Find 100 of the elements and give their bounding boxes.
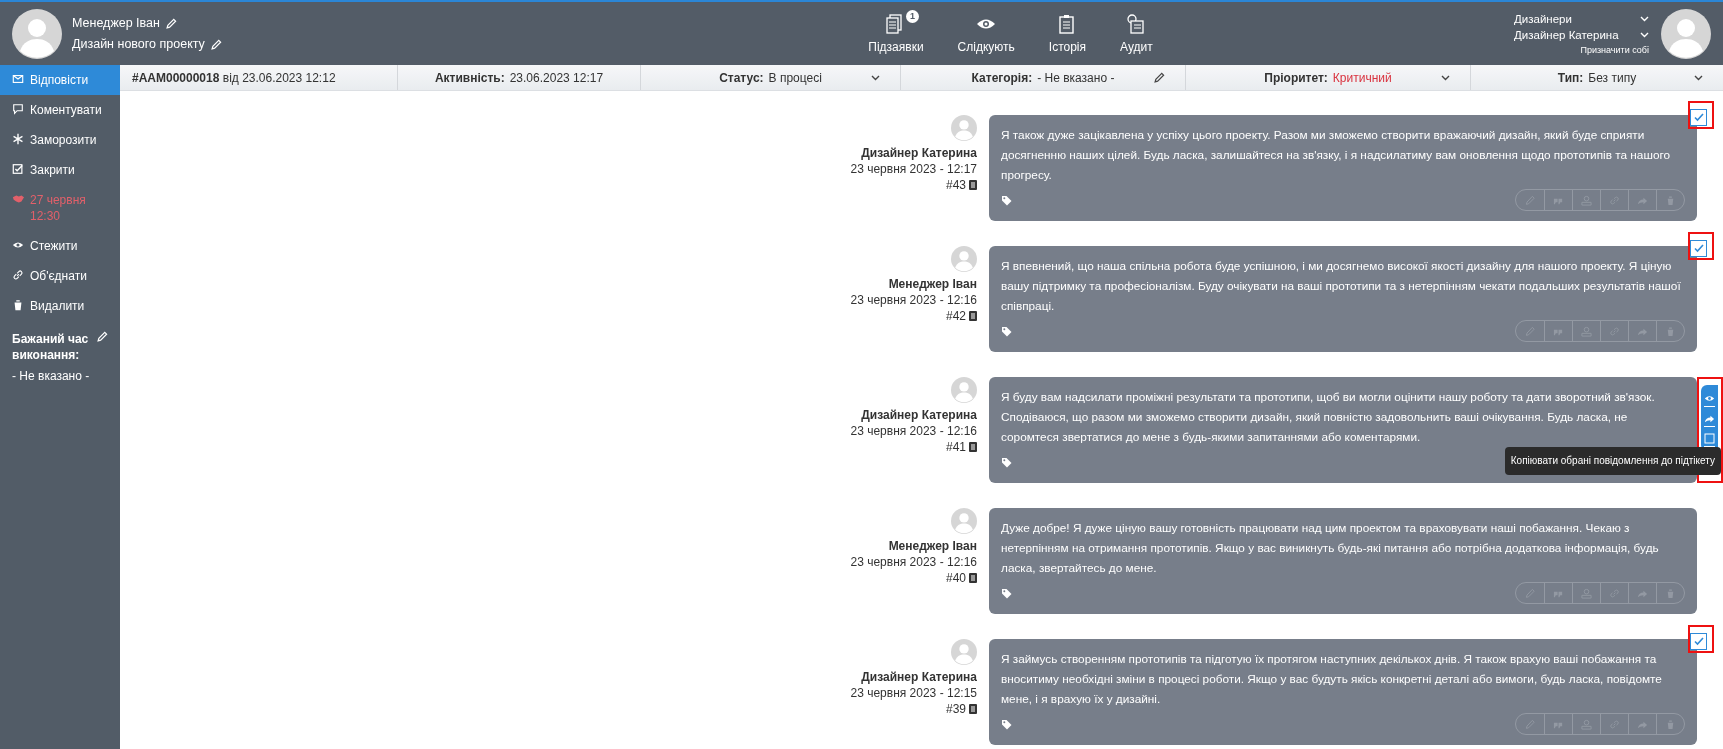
link-icon: [1609, 194, 1620, 206]
avatar-icon: [951, 377, 977, 403]
edit-icon: [1524, 325, 1536, 337]
field-label: Тип:: [1557, 70, 1584, 85]
document-icon: [969, 573, 977, 583]
link-icon: [12, 269, 24, 281]
checkbox-icon: [1704, 433, 1715, 444]
message-text: Я також дуже зацікавлена у успіху цього проекту. Разом ми зможемо створити вражаючий дизайн, який буде сприяти досягненню наших цілей. Будь ласка, залишайтеся на зв'язку, і я надсилатиму вам оновлення щодо прототипів та нашого прогресу.: [1001, 127, 1672, 184]
avatar-icon: [951, 639, 977, 665]
sidebar-item[interactable]: Закрити: [0, 155, 120, 185]
author-name: Менеджер Іван: [888, 538, 977, 554]
sidebar-item[interactable]: Коментувати: [0, 95, 120, 125]
message-date: 23 червня 2023 - 12:16: [850, 292, 977, 308]
message-text: Я буду вам надсилати проміжні результати та прототипи, щоб ви могли оцінити нашу роботу та дати зворотний зв'язок. Сподіваюся, що разом ми зможемо створити дизайн, який повністю задовольнить ваші очікування. Будь ласка, не соромтеся звертатися до мене з будь-якими запитаннями або коментарями.: [1001, 389, 1656, 446]
tag-icon[interactable]: [1001, 718, 1012, 730]
avatar-icon: [12, 8, 62, 59]
document-icon: [969, 311, 977, 321]
message-number: #42: [945, 308, 966, 324]
avatar-icon: [951, 508, 977, 534]
message-date: 23 червня 2023 - 12:15: [850, 685, 977, 701]
snowflake-icon: [12, 133, 24, 145]
field-label: Пріоритет:: [1264, 70, 1328, 85]
user-icon: [1581, 587, 1592, 599]
field-value[interactable]: Критичний: [1332, 70, 1392, 85]
checkmark-icon: [1693, 243, 1704, 254]
field-label: Активність:: [434, 70, 505, 85]
message-number: #41: [945, 439, 966, 455]
sidebar-item[interactable]: Стежити: [0, 231, 120, 261]
avatar-icon: [951, 246, 977, 272]
user-icon: [1581, 194, 1592, 206]
nav-button[interactable]: Аудит: [1116, 13, 1157, 54]
count-badge: 1: [905, 9, 919, 23]
message-text: Дуже добре! Я дуже ціную вашу готовність працювати над цим проектом та враховувати наші побажання. Чекаю з нетерпінням на отримання прототипів. Якщо у вас виникнуть будь-які питання або потрібна додаткова інформація, будь ласка, звертайтесь до мене.: [1001, 520, 1660, 577]
field-value: 23.06.2023 12:17: [509, 70, 604, 85]
document-icon: [969, 704, 977, 714]
trash-icon: [1665, 718, 1676, 730]
sidebar-item[interactable]: Відповісти: [0, 65, 120, 95]
message-checkbox[interactable]: [1690, 633, 1707, 650]
ticket-info: #AAM00000018 від 23.06.2023 12:12: [132, 70, 336, 85]
field-label: Статус:: [719, 70, 764, 85]
document-clock-icon: [1126, 13, 1147, 34]
user-icon: [1581, 718, 1592, 730]
checkmark-icon: [1693, 112, 1704, 123]
author-name: Менеджер Іван: [888, 276, 977, 292]
envelope-icon: [12, 73, 24, 85]
eye-icon: [1704, 393, 1715, 404]
tooltip: Копіювати обрані повідомлення до підтікету: [1504, 447, 1721, 475]
user-name: Менеджер Іван: [72, 16, 160, 30]
message-date: 23 червня 2023 - 12:16: [850, 423, 977, 439]
message-checkbox[interactable]: [1690, 240, 1707, 257]
edit-icon: [1524, 718, 1536, 730]
field-label: Категорія:: [971, 70, 1033, 85]
document-icon: [969, 442, 977, 452]
avatar-icon: [951, 115, 977, 141]
author-name: Дизайнер Катерина: [861, 407, 977, 423]
user-icon: [1581, 325, 1592, 337]
avatar-icon: [1661, 8, 1711, 59]
message-number: #40: [945, 570, 966, 586]
due-label: Бажаний час виконання:: [12, 331, 90, 363]
edit-icon: [1524, 194, 1536, 206]
sidebar-item[interactable]: Заморозити: [0, 125, 120, 155]
chevron-icon: [1441, 74, 1450, 81]
message-number: #39: [945, 701, 966, 717]
sidebar-item[interactable]: Об'єднати: [0, 261, 120, 291]
nav-button[interactable]: Історія: [1044, 13, 1091, 54]
link-icon: [1609, 325, 1620, 337]
link-icon: [1609, 587, 1620, 599]
pencil-icon[interactable]: [1154, 72, 1165, 83]
message-text: Я займусь створенням прототипів та підготую їх протягом наступних декількох днів. Я також врахую ваші побажання та вноситиму необхідні зміни в процесі роботи. Якщо у вас будуть якісь конкретні деталі або вимоги, будь ласка, повідомте мене, і я врахую їх у дизайні.: [1001, 651, 1663, 708]
checkbox-icon: [12, 163, 24, 175]
sidebar-item[interactable]: Видалити: [0, 291, 120, 321]
link-icon: [1609, 718, 1620, 730]
message-checkbox[interactable]: [1690, 109, 1707, 126]
message-date: 23 червня 2023 - 12:17: [850, 161, 977, 177]
trash-icon: [1665, 587, 1676, 599]
trash-icon: [1665, 194, 1676, 206]
share-icon: [1704, 413, 1715, 424]
trash-icon: [1665, 325, 1676, 337]
tag-icon[interactable]: [1001, 587, 1012, 599]
tag-icon[interactable]: [1001, 194, 1012, 206]
chevron-icon: [871, 74, 880, 81]
tag-icon[interactable]: [1001, 456, 1012, 468]
assign-self-link[interactable]: Призначити собі: [1580, 44, 1649, 55]
message-number: #43: [945, 177, 966, 193]
message-date: 23 червня 2023 - 12:16: [850, 554, 977, 570]
field-value[interactable]: Без типу: [1588, 70, 1637, 85]
nav-button[interactable]: Слідкують: [953, 13, 1019, 54]
assignee-dropdown[interactable]: Дизайнер Катерина: [1514, 28, 1649, 41]
field-value[interactable]: В процесі: [768, 70, 822, 85]
due-value: - Не вказано -: [12, 369, 91, 383]
field-value[interactable]: - Не вказано -: [1037, 70, 1115, 85]
trash-icon: [12, 299, 24, 311]
tag-icon[interactable]: [1001, 325, 1012, 337]
checkmark-icon: [1693, 636, 1704, 647]
document-icon: [969, 180, 977, 190]
chevron-icon: [1694, 74, 1703, 81]
comment-icon: [12, 103, 24, 115]
author-name: Дизайнер Катерина: [861, 145, 977, 161]
message-text: Я впевнений, що наша спільна робота буде успішною, і ми досягнемо високої якості дизайну для нашого проекту. Я ціную вашу підтримку та професіоналізм. Буду очікувати на ваші прототипи та з нетерпінням чекати подальших результатів нашої співпраці.: [1001, 258, 1682, 315]
group-dropdown[interactable]: Дизайнери: [1514, 12, 1649, 25]
